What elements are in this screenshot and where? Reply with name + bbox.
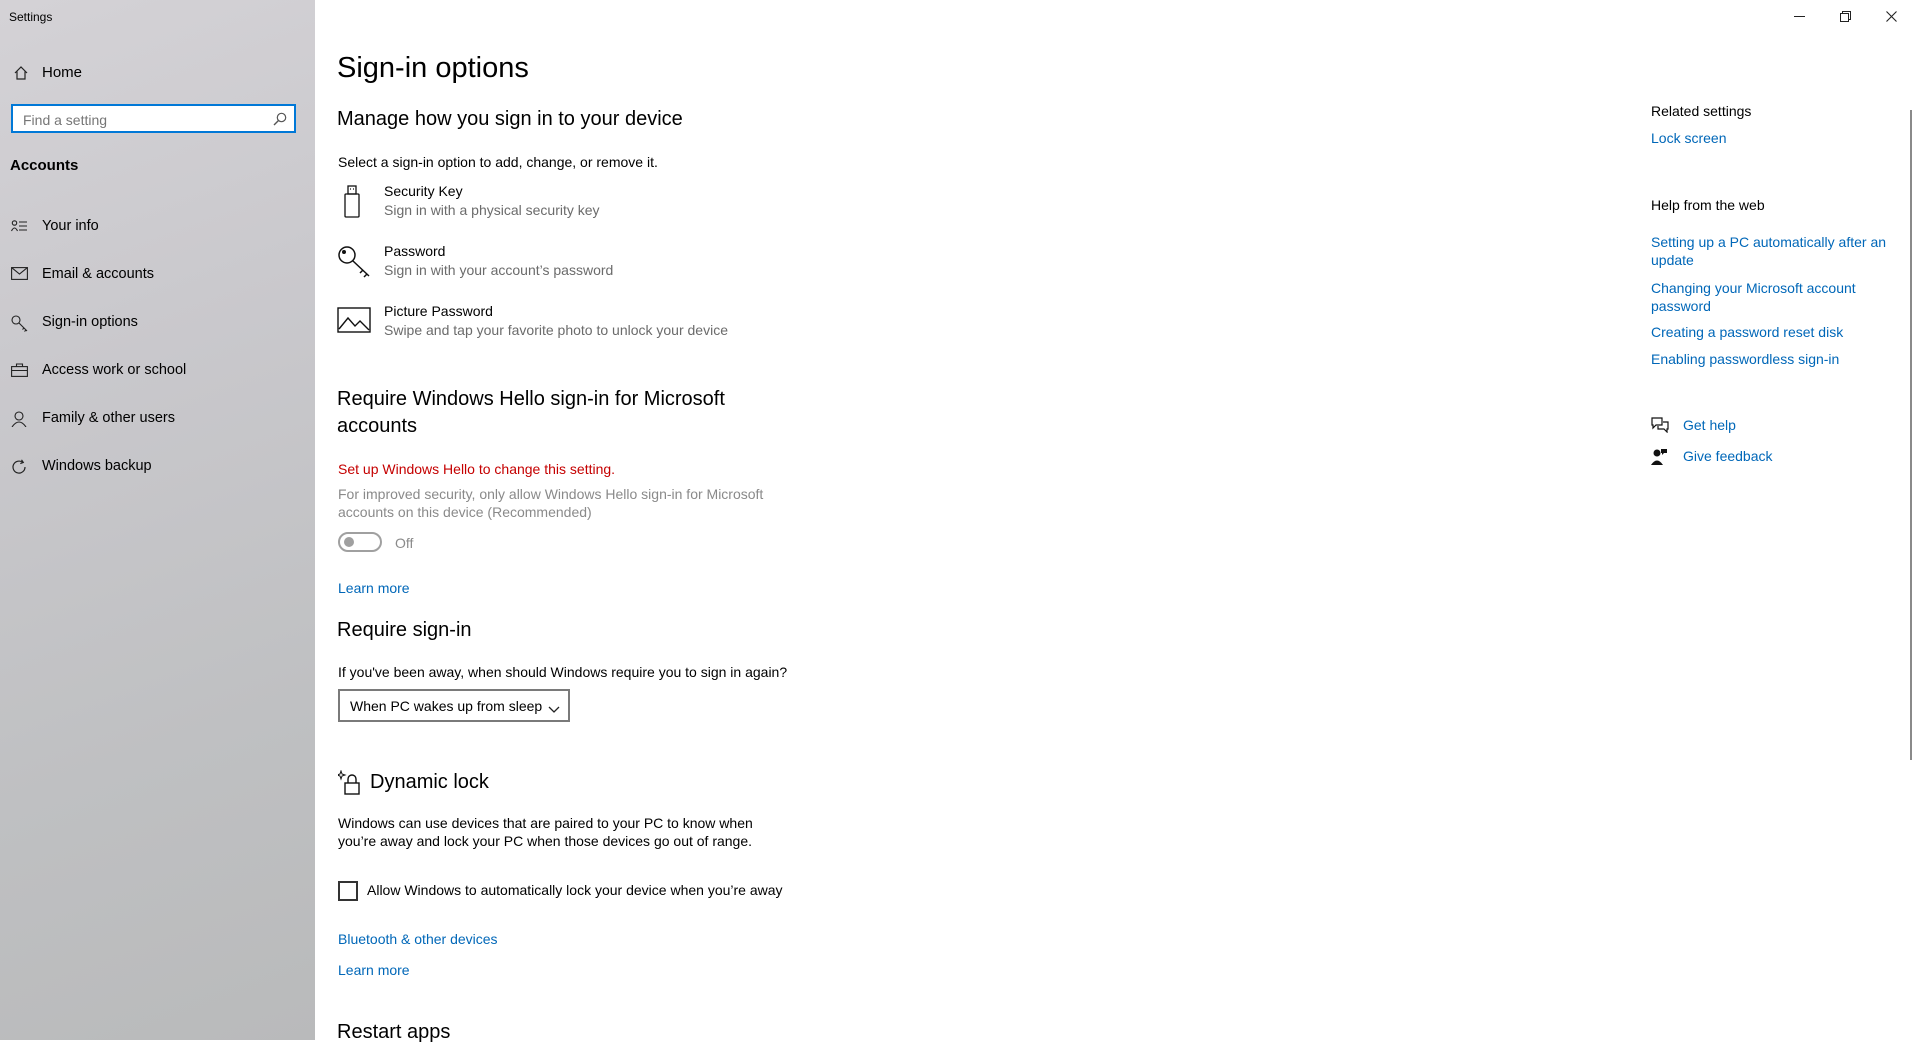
sidebar-item-access-work-school[interactable]: Access work or school [0,351,315,391]
lock-screen-link[interactable]: Lock screen [1651,130,1726,146]
manage-heading: Manage how you sign in to your device [337,108,683,130]
get-help-link[interactable]: Get help [1683,417,1736,433]
dynamic-lock-description-line2: you’re away and lock your PC when those … [338,833,753,849]
dropdown-selected-value: When PC wakes up from sleep [350,698,543,714]
dynamic-lock-learn-more-link[interactable]: Learn more [338,962,410,978]
sidebar-item-windows-backup[interactable]: Windows backup [0,447,315,487]
briefcase-icon [11,363,28,382]
hello-heading-line2: accounts [337,415,418,437]
sync-icon [11,459,27,480]
key-icon [11,315,28,337]
help-link-setup-pc[interactable]: Setting up a PC automatically after an u… [1651,233,1886,269]
help-link-line: update [1651,252,1694,268]
hello-learn-more-link[interactable]: Learn more [338,580,410,596]
option-subtitle: Swipe and tap your favorite photo to unl… [384,322,728,338]
usb-key-icon [337,185,367,224]
chevron-down-icon [548,701,560,719]
option-title: Password [384,243,446,259]
hello-heading-line1: Require Windows Hello sign-in for Micros… [337,388,725,410]
search-box[interactable] [11,104,296,133]
sidebar-item-label: Family & other users [42,410,175,426]
help-link-line: password [1651,298,1711,314]
help-link-passwordless[interactable]: Enabling passwordless sign-in [1651,351,1839,367]
manage-description: Select a sign-in option to add, change, … [338,154,658,170]
sidebar-item-label: Email & accounts [42,266,155,282]
require-signin-heading: Require sign-in [337,619,472,641]
dynamic-lock-icon [335,769,362,801]
scrollbar[interactable] [1910,110,1912,760]
get-help-icon [1651,417,1669,438]
home-nav-item[interactable]: Home [0,58,315,88]
sidebar-item-label: Sign-in options [42,314,138,330]
sidebar-item-email-accounts[interactable]: Email & accounts [0,255,315,295]
sidebar-item-your-info[interactable]: Your info [0,207,315,247]
restart-apps-heading: Restart apps [337,1021,451,1043]
toggle-state-label: Off [395,535,414,551]
bluetooth-devices-link[interactable]: Bluetooth & other devices [338,931,498,947]
hello-description-line1: For improved security, only allow Window… [338,486,764,502]
option-subtitle: Sign in with your account’s password [384,262,614,278]
key-icon [337,245,373,284]
home-label: Home [42,64,83,81]
person-card-icon [11,219,28,238]
search-icon[interactable] [273,112,287,131]
picture-password-option[interactable]: Picture Password Swipe and tap your favo… [337,303,757,347]
help-link-reset-disk[interactable]: Creating a password reset disk [1651,324,1843,340]
sidebar-item-label: Access work or school [42,362,187,378]
page-title: Sign-in options [337,52,529,84]
dynamic-lock-heading: Dynamic lock [370,771,489,793]
feedback-icon [1651,448,1667,471]
hello-toggle[interactable] [338,532,382,552]
require-signin-question: If you've been away, when should Windows… [338,664,788,680]
search-input[interactable] [21,109,265,130]
sidebar-item-family-other-users[interactable]: Family & other users [0,399,315,439]
picture-icon [337,305,371,340]
option-title: Security Key [384,183,463,199]
app-title: Settings [9,10,53,24]
dynamic-lock-description-line1: Windows can use devices that are paired … [338,815,753,831]
security-key-option[interactable]: Security Key Sign in with a physical sec… [337,183,757,227]
password-option[interactable]: Password Sign in with your account’s pas… [337,243,757,287]
help-heading: Help from the web [1651,197,1765,213]
sidebar-item-label: Your info [42,218,99,234]
home-icon [13,65,29,86]
give-feedback-link[interactable]: Give feedback [1683,448,1773,464]
hello-description-line2: accounts on this device (Recommended) [338,504,592,520]
related-settings-heading: Related settings [1651,103,1752,119]
hello-warning: Set up Windows Hello to change this sett… [338,461,616,477]
main-content: Sign-in options Manage how you sign in t… [315,0,1915,1043]
option-title: Picture Password [384,303,493,319]
option-subtitle: Sign in with a physical security key [384,202,600,218]
sidebar: Settings Home Accounts Your info Email &… [0,0,315,1040]
help-link-change-password[interactable]: Changing your Microsoft account password [1651,279,1856,315]
sidebar-item-sign-in-options[interactable]: Sign-in options [0,303,315,343]
sidebar-section-title: Accounts [10,157,79,174]
person-icon [11,411,27,432]
help-link-line: Changing your Microsoft account [1651,280,1856,296]
dynamic-lock-checkbox[interactable] [338,881,358,901]
sidebar-item-label: Windows backup [42,458,152,474]
mail-icon [11,267,28,285]
dynamic-lock-checkbox-label[interactable]: Allow Windows to automatically lock your… [367,882,783,898]
help-link-line: Setting up a PC automatically after an [1651,234,1887,250]
toggle-knob [344,537,354,547]
require-signin-dropdown[interactable]: When PC wakes up from sleep [338,689,570,722]
